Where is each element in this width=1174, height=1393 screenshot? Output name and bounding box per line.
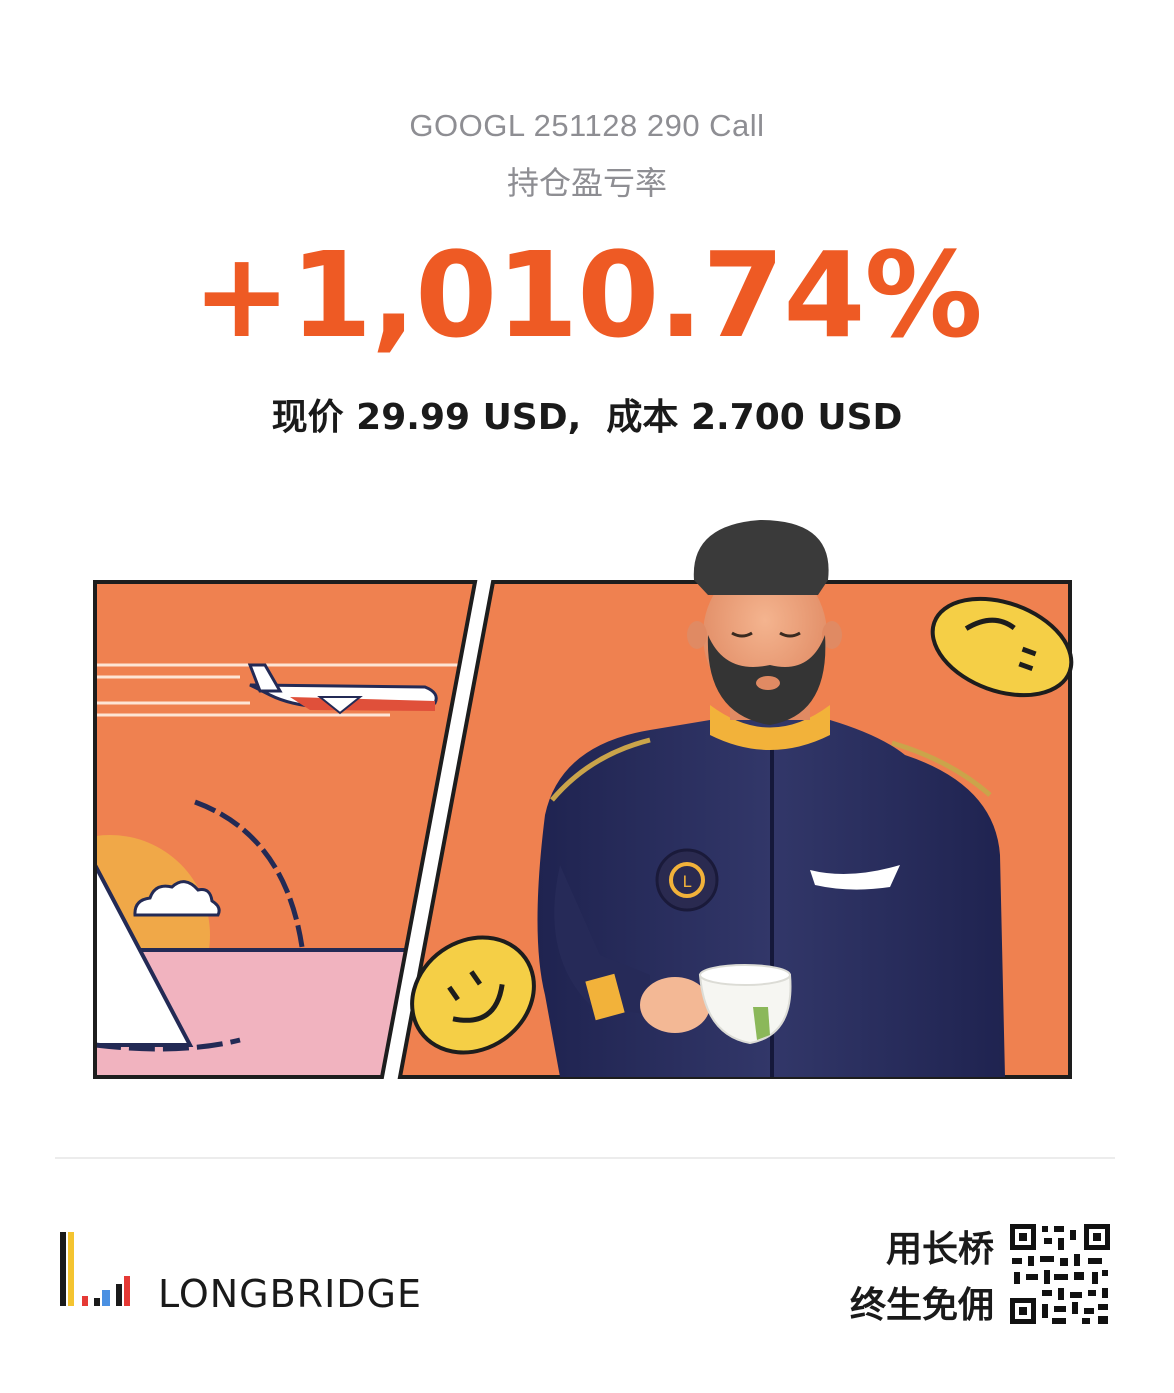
illustration: L	[93, 520, 1074, 1079]
brand-logo: LONGBRIDGE	[58, 1228, 438, 1316]
price-label: 现价	[271, 397, 344, 438]
longbridge-logo-icon	[60, 1232, 130, 1306]
cost-label: 成本	[606, 397, 679, 438]
promo-line-1: 用长桥	[885, 1229, 994, 1270]
pl-rate-value: +1,010.74%	[192, 226, 982, 364]
metric-label: 持仓盈亏率	[506, 164, 667, 202]
qr-code-icon[interactable]	[1008, 1222, 1112, 1326]
footer-divider	[55, 1157, 1115, 1159]
price-value: 29.99 USD,	[356, 397, 582, 438]
brand-name: LONGBRIDGE	[158, 1272, 422, 1316]
cost-value: 2.700 USD	[690, 397, 903, 438]
promo-line-2: 终生免佣	[849, 1285, 994, 1326]
option-ticker: GOOGL 251128 290 Call	[409, 108, 765, 143]
svg-text:L: L	[683, 872, 692, 891]
promo-text: 用长桥 终生免佣	[850, 1222, 994, 1334]
price-cost-line: 现价 29.99 USD, 成本 2.700 USD	[0, 388, 1174, 440]
